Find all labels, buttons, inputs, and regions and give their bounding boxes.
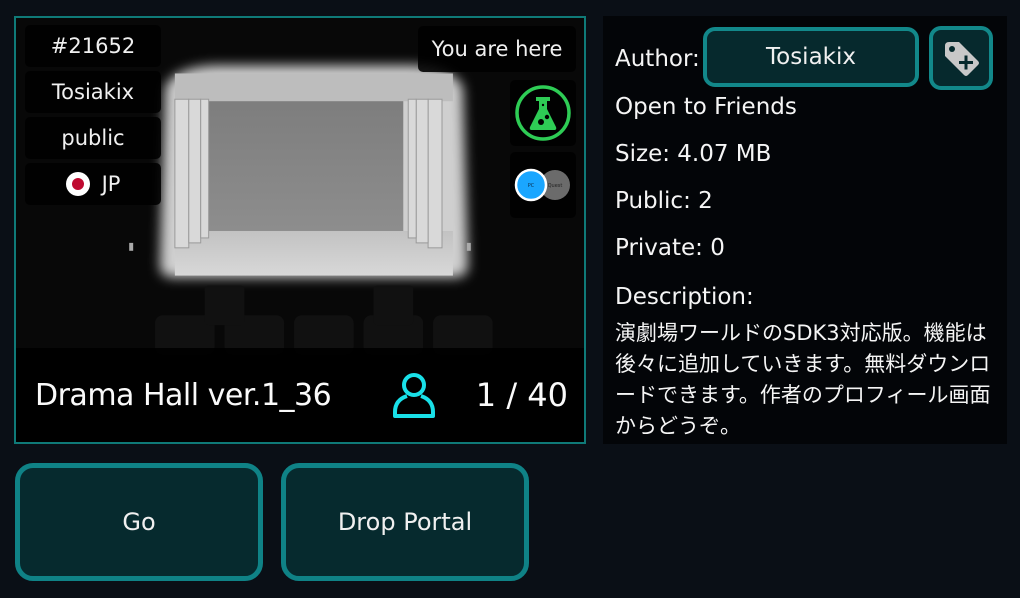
go-button-label: Go (122, 508, 156, 536)
author-label: Author: (615, 46, 700, 72)
platform-badge: Quest PC (510, 152, 576, 218)
labs-badge (510, 80, 576, 146)
user-icon (393, 373, 435, 418)
region-code: JP (101, 172, 121, 196)
platform-compat-icon: Quest PC (514, 168, 570, 202)
author-name: Tosiakix (765, 44, 856, 70)
world-details-panel: Author: Tosiakix Open to Friends Size: 4… (603, 16, 1007, 444)
world-name: Drama Hall ver.1_36 (35, 377, 332, 413)
drop-portal-button-label: Drop Portal (337, 508, 473, 536)
svg-text:PC: PC (528, 183, 535, 189)
world-size: Size: 4.07 MB (615, 141, 772, 167)
author-profile-button[interactable]: Tosiakix (703, 27, 919, 87)
instance-owner: Tosiakix (51, 80, 135, 104)
public-count: Public: 2 (615, 188, 713, 214)
flask-icon (515, 85, 571, 141)
svg-text:Quest: Quest (548, 183, 563, 189)
tag-plus-icon (945, 42, 979, 76)
world-info-bar: Drama Hall ver.1_36 1 / 40 (16, 348, 584, 442)
location-label: You are here (431, 37, 563, 61)
access-type: public (61, 126, 125, 150)
access-type-tag: public (25, 117, 161, 159)
instance-id-tag: #21652 (25, 25, 161, 67)
instance-type: Open to Friends (615, 94, 797, 120)
instance-id: #21652 (50, 34, 136, 58)
private-count: Private: 0 (615, 235, 725, 261)
go-button[interactable]: Go (15, 463, 263, 581)
occupancy-count: 1 / 40 (475, 376, 568, 414)
japan-flag-icon (65, 172, 90, 196)
world-instance-card[interactable]: #21652 Tosiakix public JP You are here Q… (14, 16, 586, 444)
drop-portal-button[interactable]: Drop Portal (281, 463, 529, 581)
description-text: 演劇場ワールドのSDK3対応版。機能は後々に追加していきます。無料ダウンロードで… (615, 321, 991, 438)
instance-owner-tag: Tosiakix (25, 71, 161, 113)
add-tag-button[interactable] (929, 26, 993, 90)
region-tag: JP (25, 163, 161, 205)
description-label: Description: (615, 284, 754, 310)
you-are-here-tag: You are here (418, 26, 576, 72)
